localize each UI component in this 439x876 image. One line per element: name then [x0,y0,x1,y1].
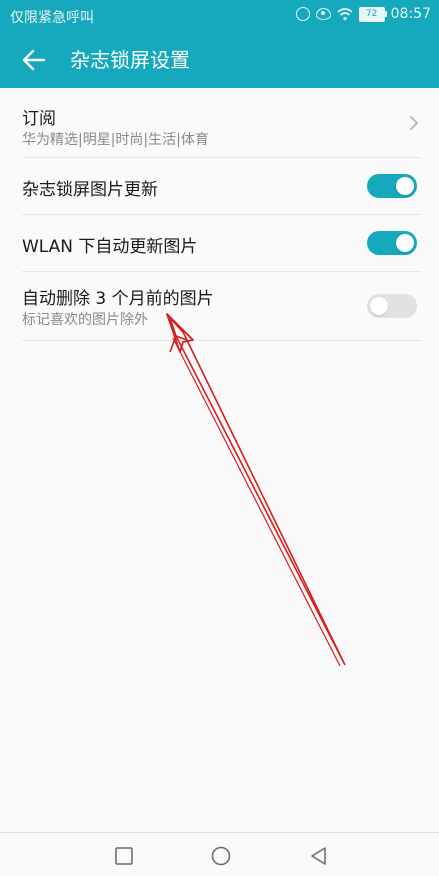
battery-level: 72 [365,9,378,19]
auto-delete-label: 自动删除 3 个月前的图片 [22,289,214,309]
subscription-sublabel: 华为精选|明星|时尚|生活|体育 [22,132,209,148]
eye-comfort-icon [315,8,331,20]
toggle-knob [370,297,388,315]
alarm-icon [295,7,310,21]
auto-delete-row: 自动删除 3 个月前的图片 标记喜欢的图片除外 [22,272,421,341]
wlan-update-toggle[interactable] [367,231,417,255]
wlan-update-row: WLAN 下自动更新图片 [22,215,421,272]
status-text: 仅限紧急呼叫 [10,10,94,26]
status-bar: 仅限紧急呼叫 72 08:57 [0,0,439,32]
magazine-update-row: 杂志锁屏图片更新 [22,158,421,215]
navigation-bar [0,832,439,876]
page-title: 杂志锁屏设置 [70,48,190,72]
triangle-back-icon[interactable] [308,845,330,867]
auto-delete-toggle[interactable] [367,294,417,318]
wlan-update-label: WLAN 下自动更新图片 [22,237,198,257]
chevron-right-icon [409,115,419,131]
subscription-row[interactable]: 订阅 华为精选|明星|时尚|生活|体育 [22,88,421,158]
subscription-label: 订阅 [22,109,56,129]
magazine-update-toggle[interactable] [367,174,417,198]
status-icons: 72 08:57 [295,6,431,22]
battery-icon: 72 [358,6,387,22]
clock: 08:57 [390,6,431,22]
toggle-knob [396,234,414,252]
arrow-left-icon[interactable] [20,46,48,74]
settings-list: 订阅 华为精选|明星|时尚|生活|体育 杂志锁屏图片更新 WLAN 下自动更新图… [0,88,439,341]
square-icon[interactable] [113,845,135,867]
wifi-icon [337,7,353,21]
auto-delete-sublabel: 标记喜欢的图片除外 [22,312,148,328]
circle-icon[interactable] [210,845,232,867]
magazine-update-label: 杂志锁屏图片更新 [22,180,158,200]
toggle-knob [396,177,414,195]
app-bar: 杂志锁屏设置 [0,32,439,88]
